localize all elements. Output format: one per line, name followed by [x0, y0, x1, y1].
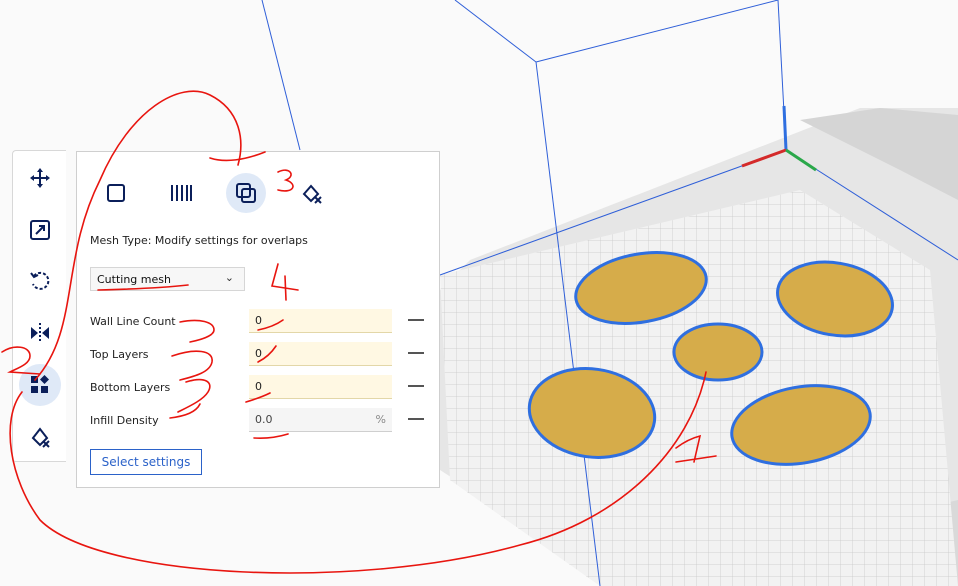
setting-label: Top Layers	[90, 348, 149, 361]
scale-icon[interactable]	[26, 216, 54, 244]
per-model-settings-panel: Mesh Type: Modify settings for overlaps …	[76, 151, 440, 488]
overlap-mesh-icon[interactable]	[226, 173, 266, 213]
setting-label: Bottom Layers	[90, 381, 171, 394]
mirror-icon[interactable]	[26, 319, 54, 347]
setting-value: 0	[255, 314, 262, 327]
wall-line-count-input[interactable]: 0	[249, 309, 392, 333]
support-mesh-icon[interactable]	[161, 173, 201, 213]
tool-sidebar	[12, 150, 66, 462]
setting-value: 0	[255, 347, 262, 360]
setting-value: 0.0	[255, 413, 273, 426]
rotate-icon[interactable]	[26, 267, 54, 295]
setting-label: Wall Line Count	[90, 315, 176, 328]
anti-overhang-mesh-icon[interactable]	[292, 173, 332, 213]
remove-setting-icon[interactable]	[408, 385, 424, 387]
select-settings-button[interactable]: Select settings	[90, 449, 202, 475]
normal-model-icon[interactable]	[96, 173, 136, 213]
support-blocker-icon[interactable]	[26, 423, 54, 451]
chevron-down-icon: ⌄	[224, 271, 234, 284]
move-icon[interactable]	[26, 164, 54, 192]
top-layers-input[interactable]: 0	[249, 342, 392, 366]
bottom-layers-input[interactable]: 0	[249, 375, 392, 399]
mesh-type-dropdown[interactable]: Cutting mesh ⌄	[90, 267, 245, 291]
setting-label: Infill Density	[90, 414, 159, 427]
remove-setting-icon[interactable]	[408, 352, 424, 354]
unit-label: %	[375, 413, 386, 426]
remove-setting-icon[interactable]	[408, 418, 424, 420]
per-model-settings-icon[interactable]	[19, 364, 61, 406]
mesh-type-value: Cutting mesh	[97, 273, 171, 286]
setting-value: 0	[255, 380, 262, 393]
mesh-type-label: Mesh Type: Modify settings for overlaps	[90, 234, 308, 247]
infill-density-input[interactable]: 0.0 %	[249, 408, 392, 432]
model-center	[672, 322, 764, 382]
remove-setting-icon[interactable]	[408, 319, 424, 321]
